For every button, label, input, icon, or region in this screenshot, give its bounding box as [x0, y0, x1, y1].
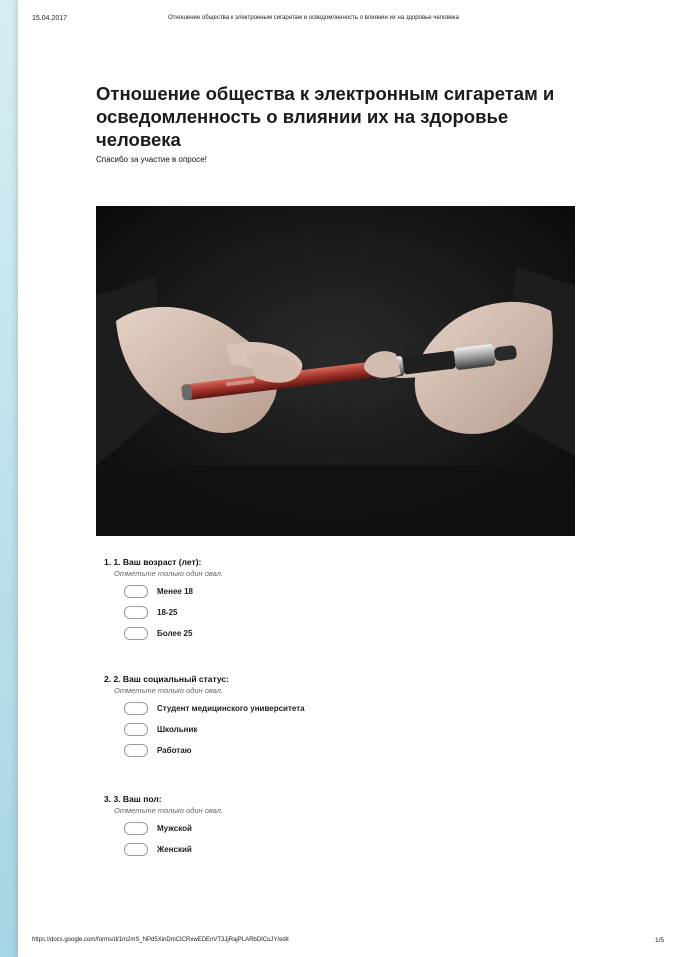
print-date: 15.04.2017 — [32, 15, 68, 22]
option-label: Мужской — [157, 824, 192, 833]
option-label: Более 25 — [157, 629, 193, 638]
radio-oval[interactable] — [124, 627, 148, 640]
option-label: Женский — [157, 845, 192, 854]
option-label: 18-25 — [157, 608, 178, 617]
page-number: 1/5 — [654, 937, 664, 944]
question-title: 2. 2. Ваш социальный статус: — [104, 674, 229, 684]
radio-option[interactable]: Школьник — [124, 722, 305, 737]
radio-option[interactable]: 18-25 — [124, 605, 223, 620]
document-page: 15.04.2017 Отношение общества к электрон… — [18, 0, 682, 957]
radio-oval[interactable] — [124, 843, 148, 856]
option-label: Менее 18 — [157, 587, 193, 596]
radio-option[interactable]: Менее 18 — [124, 584, 223, 599]
radio-option[interactable]: Мужской — [124, 821, 223, 836]
radio-oval[interactable] — [124, 702, 148, 715]
radio-option[interactable]: Более 25 — [124, 626, 223, 641]
question-hint: Отметьте только один овал. — [114, 569, 224, 578]
radio-option[interactable]: Женский — [124, 842, 223, 857]
form-header: Отношение общества к электронным сигарет… — [96, 82, 596, 164]
e-cigarette-photo — [96, 206, 575, 536]
option-label: Школьник — [157, 725, 198, 734]
question-age: 1. 1. Ваш возраст (лет): Отметьте только… — [104, 557, 223, 641]
option-label: Студент медицинского университета — [157, 704, 305, 713]
radio-oval[interactable] — [124, 606, 148, 619]
form-description: Спасибо за участие в опросе! — [96, 155, 207, 164]
question-hint: Отметьте только один овал. — [114, 686, 224, 695]
print-footer-url: https://docs.google.com/forms/d/1m2mS_NP… — [32, 937, 289, 943]
print-header-title: Отношение общества к электронным сигарет… — [168, 15, 459, 21]
radio-option[interactable]: Работаю — [124, 743, 305, 758]
form-title: Отношение общества к электронным сигарет… — [96, 83, 555, 150]
radio-oval[interactable] — [124, 585, 148, 598]
option-label: Работаю — [157, 746, 192, 755]
question-social-status: 2. 2. Ваш социальный статус: Отметьте то… — [104, 674, 305, 758]
question-title: 1. 1. Ваш возраст (лет): — [104, 557, 202, 567]
question-title: 3. 3. Ваш пол: — [104, 794, 162, 804]
radio-option[interactable]: Студент медицинского университета — [124, 701, 305, 716]
question-hint: Отметьте только один овал. — [114, 806, 224, 815]
radio-oval[interactable] — [124, 822, 148, 835]
question-gender: 3. 3. Ваш пол: Отметьте только один овал… — [104, 794, 223, 857]
radio-oval[interactable] — [124, 744, 148, 757]
radio-oval[interactable] — [124, 723, 148, 736]
